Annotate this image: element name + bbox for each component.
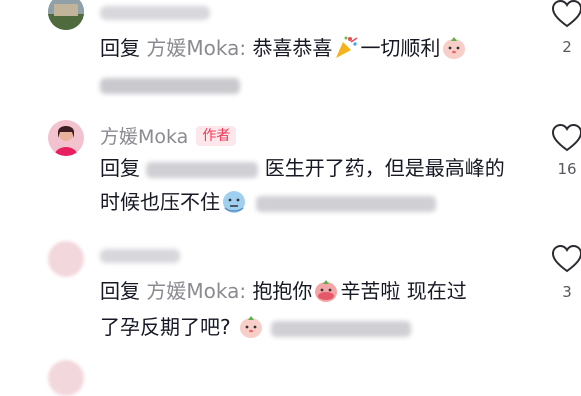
username-redacted <box>100 249 180 263</box>
author-name[interactable]: 方媛Moka 作者 <box>100 122 237 149</box>
comment-text: 回复 医生开了药，但是最高峰的 <box>100 156 505 180</box>
avatar[interactable] <box>48 241 84 277</box>
comment-text-line2: 了孕反期了吧? <box>100 311 411 343</box>
comment-text: 回复 方媛Moka: 抱抱你 辛苦啦 现在过 <box>100 277 467 303</box>
author-badge: 作者 <box>196 126 237 146</box>
comment-text: 回复 方媛Moka: 恭喜恭喜 一切顺利 <box>100 32 468 64</box>
sweat-face-icon <box>221 188 247 214</box>
like-count: 16 <box>557 160 577 178</box>
like-heart-icon[interactable] <box>551 0 581 28</box>
timestamp-redacted <box>100 78 240 94</box>
comment-item: 方媛Moka 作者 回复 医生开了药，但是最高峰的 时候也压不住 16 <box>0 110 581 235</box>
hamster-hug-icon <box>313 277 339 303</box>
like-heart-icon[interactable] <box>551 123 581 152</box>
avatar[interactable] <box>48 0 84 30</box>
comment-item: 回复 方媛Moka: 恭喜恭喜 一切顺利 2 <box>0 0 581 110</box>
avatar[interactable] <box>48 120 84 156</box>
timestamp-redacted <box>270 320 411 337</box>
reply-target-redacted <box>146 161 259 178</box>
comment-item: 回复 方媛Moka: 抱抱你 辛苦啦 现在过 了孕反期了吧? 3 <box>0 235 581 360</box>
like-heart-icon[interactable] <box>551 244 581 273</box>
hamster-happy-icon <box>238 313 264 339</box>
like-count: 2 <box>562 38 572 56</box>
comment-text-line2: 时候也压不住 <box>100 186 436 218</box>
timestamp-redacted <box>256 195 436 212</box>
party-popper-icon <box>333 34 359 60</box>
hamster-happy-icon <box>441 34 467 60</box>
avatar[interactable] <box>48 360 84 396</box>
username-redacted <box>100 6 210 20</box>
like-count: 3 <box>562 283 572 301</box>
